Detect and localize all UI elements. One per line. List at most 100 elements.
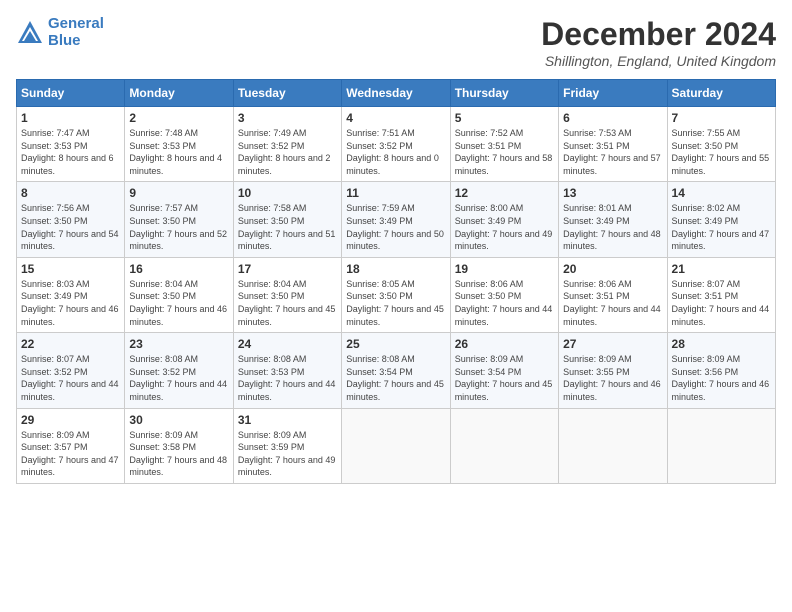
month-title: December 2024: [541, 16, 776, 53]
table-row: 7 Sunrise: 7:55 AMSunset: 3:50 PMDayligh…: [667, 107, 775, 182]
table-row: 5 Sunrise: 7:52 AMSunset: 3:51 PMDayligh…: [450, 107, 558, 182]
table-row: 1 Sunrise: 7:47 AMSunset: 3:53 PMDayligh…: [17, 107, 125, 182]
title-area: December 2024 Shillington, England, Unit…: [541, 16, 776, 69]
header-saturday: Saturday: [667, 80, 775, 107]
day-number: 13: [563, 186, 662, 200]
day-number: 16: [129, 262, 228, 276]
table-row: [667, 408, 775, 483]
day-info: Sunrise: 8:09 AMSunset: 3:58 PMDaylight:…: [129, 429, 228, 479]
table-row: 28 Sunrise: 8:09 AMSunset: 3:56 PMDaylig…: [667, 333, 775, 408]
day-number: 5: [455, 111, 554, 125]
day-info: Sunrise: 7:56 AMSunset: 3:50 PMDaylight:…: [21, 202, 120, 252]
table-row: [559, 408, 667, 483]
day-info: Sunrise: 8:09 AMSunset: 3:56 PMDaylight:…: [672, 353, 771, 403]
header-friday: Friday: [559, 80, 667, 107]
day-info: Sunrise: 7:47 AMSunset: 3:53 PMDaylight:…: [21, 127, 120, 177]
page-container: General Blue December 2024 Shillington, …: [0, 0, 792, 612]
day-number: 2: [129, 111, 228, 125]
table-row: 25 Sunrise: 8:08 AMSunset: 3:54 PMDaylig…: [342, 333, 450, 408]
header: General Blue December 2024 Shillington, …: [16, 16, 776, 69]
day-number: 26: [455, 337, 554, 351]
table-row: 21 Sunrise: 8:07 AMSunset: 3:51 PMDaylig…: [667, 257, 775, 332]
table-row: 6 Sunrise: 7:53 AMSunset: 3:51 PMDayligh…: [559, 107, 667, 182]
table-row: 27 Sunrise: 8:09 AMSunset: 3:55 PMDaylig…: [559, 333, 667, 408]
day-info: Sunrise: 8:06 AMSunset: 3:51 PMDaylight:…: [563, 278, 662, 328]
day-number: 25: [346, 337, 445, 351]
day-number: 19: [455, 262, 554, 276]
day-number: 23: [129, 337, 228, 351]
header-wednesday: Wednesday: [342, 80, 450, 107]
day-info: Sunrise: 8:09 AMSunset: 3:59 PMDaylight:…: [238, 429, 337, 479]
table-row: 11 Sunrise: 7:59 AMSunset: 3:49 PMDaylig…: [342, 182, 450, 257]
day-info: Sunrise: 8:04 AMSunset: 3:50 PMDaylight:…: [129, 278, 228, 328]
day-number: 24: [238, 337, 337, 351]
day-info: Sunrise: 7:51 AMSunset: 3:52 PMDaylight:…: [346, 127, 445, 177]
day-number: 28: [672, 337, 771, 351]
calendar-table: Sunday Monday Tuesday Wednesday Thursday…: [16, 79, 776, 484]
logo-line1: General: [48, 15, 104, 32]
table-row: [342, 408, 450, 483]
day-info: Sunrise: 8:08 AMSunset: 3:54 PMDaylight:…: [346, 353, 445, 403]
day-number: 18: [346, 262, 445, 276]
day-info: Sunrise: 7:55 AMSunset: 3:50 PMDaylight:…: [672, 127, 771, 177]
table-row: 2 Sunrise: 7:48 AMSunset: 3:53 PMDayligh…: [125, 107, 233, 182]
table-row: 23 Sunrise: 8:08 AMSunset: 3:52 PMDaylig…: [125, 333, 233, 408]
day-info: Sunrise: 7:52 AMSunset: 3:51 PMDaylight:…: [455, 127, 554, 177]
day-info: Sunrise: 8:08 AMSunset: 3:52 PMDaylight:…: [129, 353, 228, 403]
day-number: 22: [21, 337, 120, 351]
day-number: 12: [455, 186, 554, 200]
table-row: 30 Sunrise: 8:09 AMSunset: 3:58 PMDaylig…: [125, 408, 233, 483]
header-sunday: Sunday: [17, 80, 125, 107]
day-number: 17: [238, 262, 337, 276]
day-info: Sunrise: 8:07 AMSunset: 3:51 PMDaylight:…: [672, 278, 771, 328]
day-number: 3: [238, 111, 337, 125]
calendar-week-4: 22 Sunrise: 8:07 AMSunset: 3:52 PMDaylig…: [17, 333, 776, 408]
day-info: Sunrise: 7:57 AMSunset: 3:50 PMDaylight:…: [129, 202, 228, 252]
table-row: 29 Sunrise: 8:09 AMSunset: 3:57 PMDaylig…: [17, 408, 125, 483]
table-row: 31 Sunrise: 8:09 AMSunset: 3:59 PMDaylig…: [233, 408, 341, 483]
day-info: Sunrise: 8:09 AMSunset: 3:55 PMDaylight:…: [563, 353, 662, 403]
day-info: Sunrise: 7:49 AMSunset: 3:52 PMDaylight:…: [238, 127, 337, 177]
table-row: 17 Sunrise: 8:04 AMSunset: 3:50 PMDaylig…: [233, 257, 341, 332]
table-row: 16 Sunrise: 8:04 AMSunset: 3:50 PMDaylig…: [125, 257, 233, 332]
header-thursday: Thursday: [450, 80, 558, 107]
day-number: 4: [346, 111, 445, 125]
calendar-header-row: Sunday Monday Tuesday Wednesday Thursday…: [17, 80, 776, 107]
table-row: 3 Sunrise: 7:49 AMSunset: 3:52 PMDayligh…: [233, 107, 341, 182]
day-number: 27: [563, 337, 662, 351]
table-row: 8 Sunrise: 7:56 AMSunset: 3:50 PMDayligh…: [17, 182, 125, 257]
location: Shillington, England, United Kingdom: [541, 53, 776, 69]
day-info: Sunrise: 7:48 AMSunset: 3:53 PMDaylight:…: [129, 127, 228, 177]
logo-text: General Blue: [48, 16, 104, 49]
day-info: Sunrise: 8:01 AMSunset: 3:49 PMDaylight:…: [563, 202, 662, 252]
table-row: 19 Sunrise: 8:06 AMSunset: 3:50 PMDaylig…: [450, 257, 558, 332]
calendar-week-3: 15 Sunrise: 8:03 AMSunset: 3:49 PMDaylig…: [17, 257, 776, 332]
table-row: 9 Sunrise: 7:57 AMSunset: 3:50 PMDayligh…: [125, 182, 233, 257]
table-row: [450, 408, 558, 483]
table-row: 22 Sunrise: 8:07 AMSunset: 3:52 PMDaylig…: [17, 333, 125, 408]
day-info: Sunrise: 8:03 AMSunset: 3:49 PMDaylight:…: [21, 278, 120, 328]
day-info: Sunrise: 8:06 AMSunset: 3:50 PMDaylight:…: [455, 278, 554, 328]
table-row: 10 Sunrise: 7:58 AMSunset: 3:50 PMDaylig…: [233, 182, 341, 257]
day-number: 31: [238, 413, 337, 427]
day-info: Sunrise: 8:00 AMSunset: 3:49 PMDaylight:…: [455, 202, 554, 252]
calendar-week-5: 29 Sunrise: 8:09 AMSunset: 3:57 PMDaylig…: [17, 408, 776, 483]
day-info: Sunrise: 8:07 AMSunset: 3:52 PMDaylight:…: [21, 353, 120, 403]
day-number: 1: [21, 111, 120, 125]
table-row: 12 Sunrise: 8:00 AMSunset: 3:49 PMDaylig…: [450, 182, 558, 257]
day-number: 9: [129, 186, 228, 200]
day-number: 15: [21, 262, 120, 276]
day-number: 29: [21, 413, 120, 427]
table-row: 15 Sunrise: 8:03 AMSunset: 3:49 PMDaylig…: [17, 257, 125, 332]
day-info: Sunrise: 7:58 AMSunset: 3:50 PMDaylight:…: [238, 202, 337, 252]
day-info: Sunrise: 7:53 AMSunset: 3:51 PMDaylight:…: [563, 127, 662, 177]
table-row: 24 Sunrise: 8:08 AMSunset: 3:53 PMDaylig…: [233, 333, 341, 408]
logo: General Blue: [16, 16, 104, 49]
table-row: 20 Sunrise: 8:06 AMSunset: 3:51 PMDaylig…: [559, 257, 667, 332]
calendar-week-2: 8 Sunrise: 7:56 AMSunset: 3:50 PMDayligh…: [17, 182, 776, 257]
day-info: Sunrise: 8:05 AMSunset: 3:50 PMDaylight:…: [346, 278, 445, 328]
logo-icon: [16, 19, 44, 47]
day-info: Sunrise: 8:09 AMSunset: 3:57 PMDaylight:…: [21, 429, 120, 479]
day-number: 21: [672, 262, 771, 276]
logo-line2: Blue: [48, 32, 81, 49]
